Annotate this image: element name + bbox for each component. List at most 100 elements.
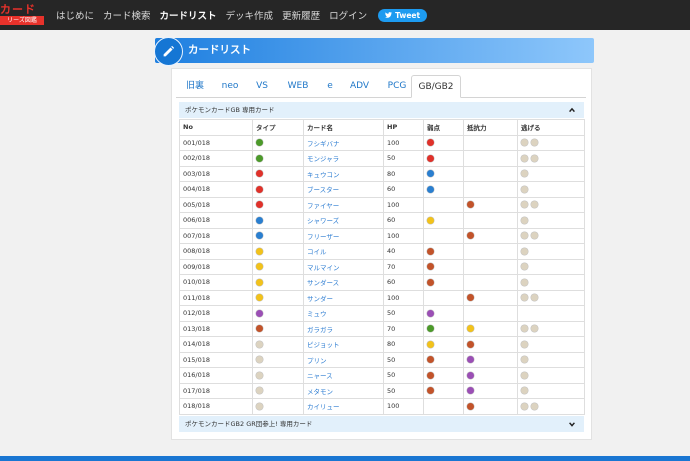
main-nav: はじめに カード検索 カードリスト デッキ作成 更新履歴 ログイン Tweet: [56, 0, 428, 30]
type-cell: [252, 367, 304, 384]
card-name-link[interactable]: マルマイン: [303, 258, 384, 275]
fighting-type-icon: [467, 340, 474, 348]
fighting-type-icon: [427, 263, 434, 271]
tab-4[interactable]: e: [318, 75, 342, 97]
colorless-type-icon: [521, 154, 528, 162]
colorless-type-icon: [256, 402, 263, 410]
card-name-link[interactable]: カイリュー: [303, 398, 384, 415]
fighting-type-icon: [467, 294, 474, 302]
grass-type-icon: [256, 154, 263, 162]
hp-value: 70: [383, 258, 424, 275]
nav-link-5[interactable]: ログイン: [329, 8, 367, 22]
card-name-link[interactable]: サンダース: [303, 274, 384, 291]
hp-value: 100: [383, 227, 424, 244]
card-name-link[interactable]: ニャース: [303, 367, 384, 384]
card-name-link[interactable]: シャワーズ: [303, 212, 384, 229]
tab-7[interactable]: GB/GB2: [411, 75, 461, 98]
card-name-link[interactable]: メタモン: [303, 382, 384, 399]
tab-1[interactable]: neo: [214, 75, 246, 97]
chevron-up-icon[interactable]: [568, 102, 576, 118]
colorless-type-icon: [521, 170, 528, 178]
colorless-type-icon: [531, 201, 538, 209]
page-title-bar: カードリスト: [154, 37, 594, 66]
colorless-type-icon: [521, 356, 528, 364]
table-row: 003/018 キュウコン 80: [179, 165, 585, 182]
table-row: 010/018 サンダース 60: [179, 274, 585, 291]
colorless-type-icon: [256, 387, 263, 395]
card-name-link[interactable]: サンダー: [303, 289, 384, 306]
card-number: 010/018: [179, 274, 253, 291]
hp-value: 80: [383, 336, 424, 353]
retreat-cell: [517, 134, 585, 151]
weakness-cell: [423, 305, 464, 322]
card-name-link[interactable]: フシギバナ: [303, 134, 384, 151]
resistance-cell: [463, 336, 518, 353]
card-number: 016/018: [179, 367, 253, 384]
section-title-gb2: ポケモンカードGB2 GR団参上! 専用カード: [185, 420, 313, 428]
pencil-icon: [154, 37, 183, 66]
type-cell: [252, 320, 304, 337]
resistance-cell: [463, 181, 518, 198]
nav-link-2[interactable]: カードリスト: [160, 8, 217, 22]
colorless-type-icon: [531, 154, 538, 162]
section-header-gb2[interactable]: ポケモンカードGB2 GR団参上! 専用カード: [179, 416, 584, 432]
card-name-link[interactable]: コイル: [303, 243, 384, 260]
weakness-cell: [423, 181, 464, 198]
card-number: 007/018: [179, 227, 253, 244]
nav-link-0[interactable]: はじめに: [56, 8, 94, 22]
card-number: 012/018: [179, 305, 253, 322]
card-number: 017/018: [179, 382, 253, 399]
type-cell: [252, 336, 304, 353]
colorless-type-icon: [521, 263, 528, 271]
weakness-cell: [423, 382, 464, 399]
weakness-cell: [423, 134, 464, 151]
lightning-type-icon: [256, 278, 263, 286]
card-list-panel: 旧裏 neo VS WEB e ADV PCG GB/GB2 ポケモンカードGB 専用カード …: [171, 68, 592, 440]
lightning-type-icon: [427, 216, 434, 224]
colorless-type-icon: [521, 278, 528, 286]
hp-value: 100: [383, 289, 424, 306]
site-logo[interactable]: カード リーズ図鑑: [0, 4, 44, 26]
tab-0[interactable]: 旧裏: [176, 75, 214, 97]
fighting-type-icon: [467, 402, 474, 410]
card-number: 008/018: [179, 243, 253, 260]
hp-value: 40: [383, 243, 424, 260]
footer-bar: [0, 456, 690, 461]
resistance-cell: [463, 320, 518, 337]
nav-link-3[interactable]: デッキ作成: [226, 8, 274, 22]
hp-value: 60: [383, 274, 424, 291]
tweet-button[interactable]: Tweet: [378, 8, 428, 22]
table-row: 015/018 プリン 50: [179, 351, 585, 368]
nav-link-1[interactable]: カード検索: [103, 8, 151, 22]
tab-3[interactable]: WEB: [278, 75, 318, 97]
tab-2[interactable]: VS: [246, 75, 278, 97]
section-header-gb[interactable]: ポケモンカードGB 専用カード: [179, 102, 584, 118]
card-name-link[interactable]: プリン: [303, 351, 384, 368]
retreat-cell: [517, 212, 585, 229]
tab-5[interactable]: ADV: [342, 75, 377, 97]
fighting-type-icon: [256, 325, 263, 333]
nav-link-4[interactable]: 更新履歴: [282, 8, 320, 22]
card-name-link[interactable]: フリーザー: [303, 227, 384, 244]
hp-value: 50: [383, 382, 424, 399]
type-cell: [252, 165, 304, 182]
logo-text: カード: [0, 3, 36, 16]
type-cell: [252, 243, 304, 260]
card-name-link[interactable]: ファイヤー: [303, 196, 384, 213]
card-name-link[interactable]: ミュウ: [303, 305, 384, 322]
card-name-link[interactable]: ピジョット: [303, 336, 384, 353]
resistance-cell: [463, 258, 518, 275]
card-name-link[interactable]: ブースター: [303, 181, 384, 198]
retreat-cell: [517, 227, 585, 244]
fighting-type-icon: [427, 371, 434, 379]
grass-type-icon: [427, 325, 434, 333]
fighting-type-icon: [427, 356, 434, 364]
card-name-link[interactable]: モンジャラ: [303, 150, 384, 167]
weakness-cell: [423, 398, 464, 415]
card-name-link[interactable]: ガラガラ: [303, 320, 384, 337]
card-name-link[interactable]: キュウコン: [303, 165, 384, 182]
resistance-cell: [463, 382, 518, 399]
chevron-down-icon[interactable]: [568, 416, 576, 432]
lightning-type-icon: [427, 340, 434, 348]
table-row: 014/018 ピジョット 80: [179, 336, 585, 353]
